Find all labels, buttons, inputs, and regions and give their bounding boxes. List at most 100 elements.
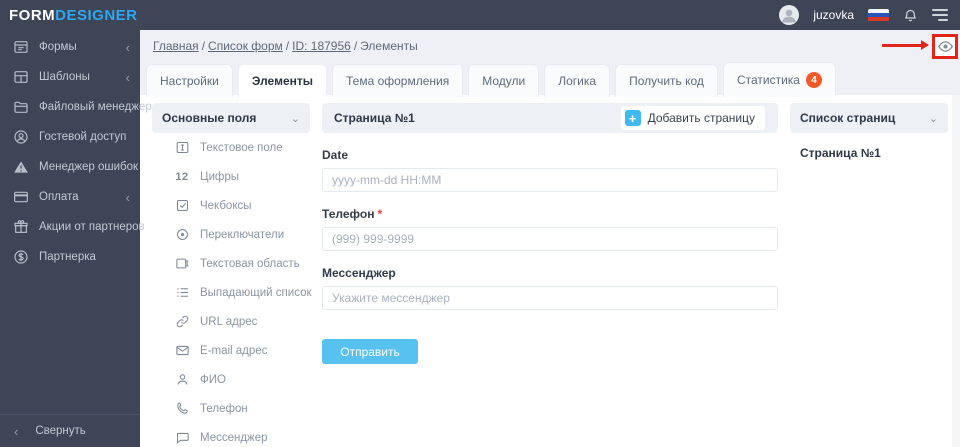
add-page-button[interactable]: + Добавить страницу: [620, 106, 765, 130]
tab-label: Элементы: [251, 74, 313, 88]
statistics-badge: 4: [805, 72, 822, 88]
form-field-phone[interactable]: Телефон *: [322, 207, 778, 251]
basic-fields-header[interactable]: Основные поля ⌄: [152, 103, 310, 133]
page-canvas-panel: Страница №1 + Добавить страницу Date Тел…: [322, 103, 778, 364]
sidebar-collapse-button[interactable]: ‹ Свернуть: [0, 414, 140, 447]
breadcrumb-separator: /: [353, 39, 358, 53]
tab-get-code[interactable]: Получить код: [615, 64, 718, 97]
palette-item-fio[interactable]: ФИО: [152, 365, 310, 394]
tab-settings[interactable]: Настройки: [146, 64, 233, 97]
sidebar-item-error-manager[interactable]: Менеджер ошибок: [0, 152, 140, 182]
palette-item-dropdown[interactable]: Выпадающий список: [152, 278, 312, 307]
palette-item-label: E-mail адрес: [200, 344, 268, 357]
user-avatar[interactable]: [779, 5, 800, 25]
sidebar-item-affiliate[interactable]: Партнерка: [0, 242, 140, 272]
templates-icon: [14, 71, 28, 83]
panel-title: Основные поля: [162, 111, 257, 125]
sidebar-item-label: Шаблоны: [39, 71, 90, 83]
palette-item-textarea[interactable]: Текстовая область: [152, 249, 310, 278]
phone-input[interactable]: [322, 227, 778, 251]
palette-item-email[interactable]: E-mail адрес: [152, 336, 310, 365]
date-input[interactable]: [322, 168, 778, 192]
palette-item-messenger[interactable]: Мессенджер: [152, 423, 310, 447]
submit-button[interactable]: Отправить: [322, 339, 418, 364]
palette-item-label: Выпадающий список: [200, 286, 312, 299]
person-icon: [174, 372, 190, 388]
tab-label: Настройки: [160, 74, 219, 88]
pages-list-item[interactable]: Страница №1: [790, 133, 948, 160]
sidebar-item-file-manager[interactable]: Файловый менеджер: [0, 92, 152, 122]
forms-icon: [14, 41, 28, 53]
app-window: FORMDESIGNER juzovka Формы ‹ Шаблоны ‹ Ф…: [0, 0, 960, 447]
form-field-messenger[interactable]: Мессенджер: [322, 266, 778, 310]
username-label[interactable]: juzovka: [813, 8, 854, 22]
palette-item-label: URL адрес: [200, 315, 258, 328]
chevron-left-icon: ‹: [14, 423, 19, 439]
preview-eye-icon[interactable]: [937, 38, 954, 55]
tab-theme[interactable]: Тема оформления: [332, 64, 464, 97]
sidebar-item-partner-promos[interactable]: Акции от партнеров: [0, 212, 145, 242]
logo-designer: DESIGNER: [55, 6, 138, 24]
phone-icon: [174, 401, 190, 417]
radio-icon: [174, 227, 190, 243]
chat-bubble-icon: [174, 430, 190, 446]
textarea-icon: [174, 256, 190, 272]
pages-list-header[interactable]: Список страниц ⌄: [790, 103, 948, 133]
palette-item-label: Цифры: [200, 170, 240, 183]
notifications-bell-icon[interactable]: [903, 8, 918, 23]
dropdown-list-icon: [174, 285, 190, 301]
palette-item-label: ФИО: [200, 373, 226, 386]
tab-logic[interactable]: Логика: [544, 64, 611, 97]
plus-icon: +: [624, 110, 641, 126]
required-marker: *: [377, 207, 383, 221]
sidebar-item-templates[interactable]: Шаблоны ‹: [0, 62, 140, 92]
form-preview: Date Телефон* Мессенджер Отправить: [322, 133, 778, 364]
email-icon: [174, 343, 190, 359]
tab-elements[interactable]: Элементы: [237, 64, 327, 97]
hamburger-menu-icon[interactable]: [932, 9, 948, 21]
palette-item-label: Переключатели: [200, 228, 285, 241]
tab-label: Логика: [558, 74, 597, 88]
sidebar-item-label: Гостевой доступ: [39, 131, 127, 143]
avatar-person-icon: [782, 9, 796, 23]
palette-item-checkboxes[interactable]: Чекбоксы: [152, 191, 310, 220]
numbers-icon: 12: [175, 170, 189, 183]
annotation-arrow: [882, 40, 929, 50]
top-header: FORMDESIGNER juzovka: [0, 0, 960, 30]
tab-statistics[interactable]: Статистика 4: [722, 62, 836, 97]
messenger-input[interactable]: [322, 286, 778, 310]
sidebar-item-guest-access[interactable]: Гостевой доступ: [0, 122, 140, 152]
chevron-left-icon: ‹: [125, 39, 130, 55]
palette-item-phone[interactable]: Телефон: [152, 394, 310, 423]
palette-item-text-field[interactable]: Текстовое поле: [152, 133, 310, 162]
form-field-date[interactable]: Date: [322, 148, 778, 192]
palette-item-label: Телефон: [200, 402, 248, 415]
field-label: Мессенджер: [322, 266, 396, 280]
vertical-scrollbar[interactable]: [952, 95, 960, 447]
form-tabs: Настройки Элементы Тема оформления Модул…: [146, 62, 836, 97]
guest-access-icon: [14, 130, 28, 144]
palette-item-radios[interactable]: Переключатели: [152, 220, 310, 249]
breadcrumb-link-forms-list[interactable]: Список форм: [208, 39, 283, 53]
tab-modules[interactable]: Модули: [468, 64, 540, 97]
link-icon: [174, 314, 190, 330]
chevron-left-icon: ‹: [125, 69, 130, 85]
palette-item-label: Мессенджер: [200, 431, 268, 444]
language-flag-ru[interactable]: [868, 8, 889, 22]
tab-label: Получить код: [629, 74, 704, 88]
breadcrumb-separator: /: [201, 39, 206, 53]
pages-list-panel: Список страниц ⌄ Страница №1: [790, 103, 948, 160]
palette-item-numbers[interactable]: 12 Цифры: [152, 162, 310, 191]
palette-item-url[interactable]: URL адрес: [152, 307, 310, 336]
sidebar-item-forms[interactable]: Формы ‹: [0, 32, 140, 62]
sidebar-item-label: Акции от партнеров: [39, 221, 145, 233]
sidebar-item-payment[interactable]: Оплата ‹: [0, 182, 140, 212]
breadcrumb-link-form-id[interactable]: ID: 187956: [292, 39, 351, 53]
error-manager-icon: [14, 161, 28, 173]
annotation-highlight-box: [932, 34, 958, 59]
chevron-down-icon: ⌄: [290, 112, 300, 125]
app-logo[interactable]: FORMDESIGNER: [9, 7, 138, 24]
breadcrumb-link-home[interactable]: Главная: [153, 39, 199, 53]
basic-fields-panel: Основные поля ⌄ Текстовое поле 12 Цифры: [152, 103, 312, 447]
file-manager-icon: [14, 101, 28, 113]
